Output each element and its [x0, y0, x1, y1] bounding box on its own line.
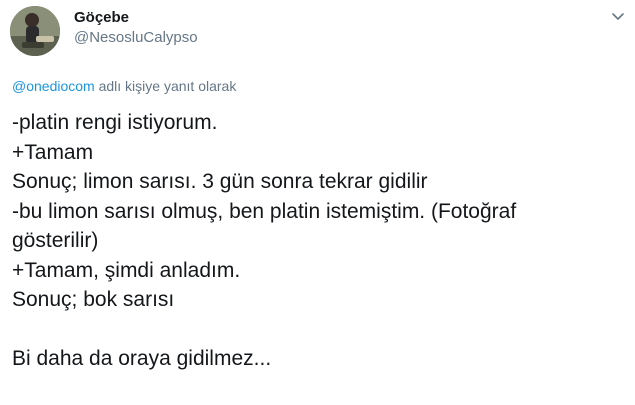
tweet-line: gösterilir)	[12, 229, 99, 252]
tweet-line: Sonuç; limon sarısı. 3 gün sonra tekrar …	[12, 170, 428, 193]
tweet-body: -platin rengi istiyorum. +Tamam Sonuç; l…	[12, 108, 627, 374]
tweet-line: -platin rengi istiyorum.	[12, 111, 218, 134]
tweet-line: Sonuç; bok sarısı	[12, 288, 175, 311]
tweet-line: +Tamam, şimdi anladım.	[12, 258, 241, 282]
chevron-down-icon[interactable]	[608, 6, 628, 26]
reply-mention-link[interactable]: @onediocom	[12, 78, 95, 94]
profile-avatar[interactable]	[10, 6, 60, 56]
reply-context: @onediocom adlı kişiye yanıt olarak	[12, 78, 236, 94]
author-display-name[interactable]: Göçebe	[74, 9, 129, 26]
avatar-photo-icon	[10, 6, 60, 56]
tweet-line: Bi daha da oraya gidilmez...	[12, 347, 272, 370]
tweet-line: -bu limon sarısı olmuş, ben platin istem…	[12, 199, 517, 223]
reply-context-text: adlı kişiye yanıt olarak	[98, 78, 237, 94]
author-handle[interactable]: @NesosluCalypso	[74, 29, 198, 46]
tweet-line: +Tamam	[12, 140, 94, 164]
tweet-card: Göçebe @NesosluCalypso @onediocom adlı k…	[0, 0, 635, 405]
